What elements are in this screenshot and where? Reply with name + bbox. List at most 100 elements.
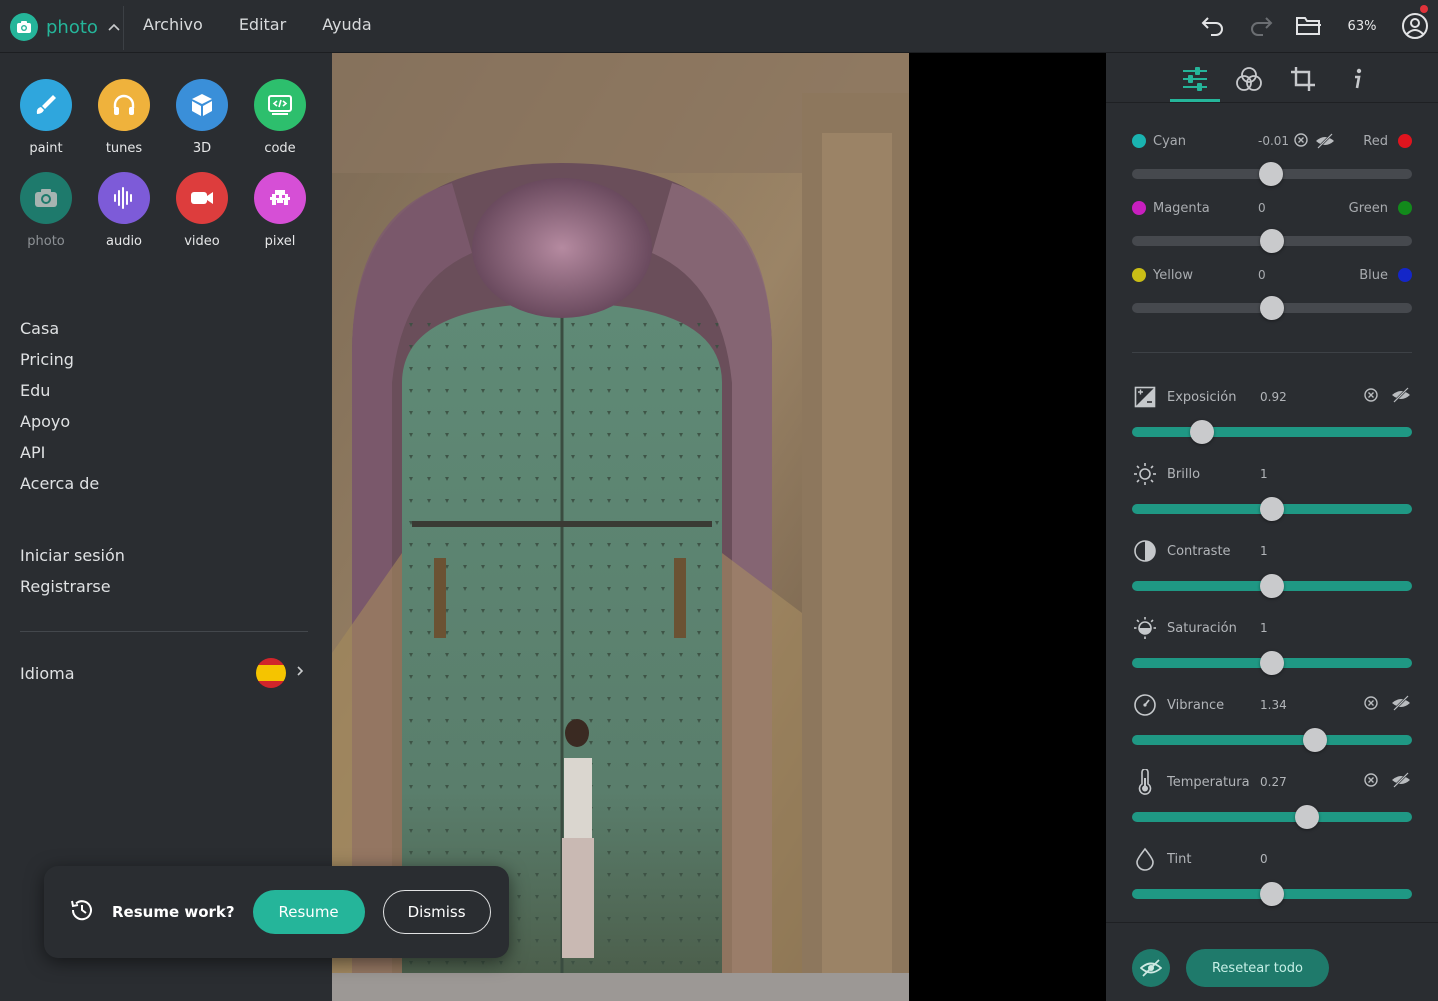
dismiss-button[interactable]: Dismiss	[382, 890, 491, 934]
slider-handle[interactable]	[1260, 882, 1284, 906]
language-selector[interactable]: Idioma	[20, 658, 304, 688]
divider	[20, 631, 308, 632]
adjustment-label: Temperatura	[1167, 774, 1250, 790]
color-dot-icon	[1398, 201, 1412, 215]
invader-icon	[254, 172, 306, 224]
adjustment-slider[interactable]	[1132, 420, 1412, 444]
nav-api[interactable]: API	[20, 443, 99, 462]
zoom-level[interactable]: 63%	[1342, 19, 1382, 34]
adjustment-value: 1	[1260, 467, 1268, 481]
undo-icon[interactable]	[1198, 11, 1228, 41]
adjustment-label: Exposición	[1167, 389, 1237, 405]
spain-flag-icon	[256, 658, 286, 688]
adjustment-value: 0	[1260, 852, 1268, 866]
clear-icon[interactable]	[1364, 773, 1378, 791]
adjustment-brillo: Brillo 1	[1132, 462, 1412, 521]
user-avatar-button[interactable]	[1400, 5, 1430, 41]
slider-handle[interactable]	[1303, 728, 1328, 752]
camera-icon	[10, 13, 38, 41]
color-balance-slider[interactable]	[1132, 162, 1412, 186]
user-icon	[1402, 13, 1428, 39]
app-switcher[interactable]: photo	[10, 12, 120, 42]
color-label-left: Cyan	[1153, 133, 1186, 149]
adjustment-exposición: Exposición 0.92	[1132, 385, 1412, 444]
slider-handle[interactable]	[1260, 651, 1284, 675]
color-label-right: Blue	[1359, 267, 1388, 283]
redo-icon[interactable]	[1246, 11, 1276, 41]
clear-icon[interactable]	[1294, 133, 1308, 151]
slider-handle[interactable]	[1260, 497, 1284, 521]
color-dot-icon	[1132, 268, 1146, 282]
app-label: 3D	[192, 141, 212, 156]
nav-apoyo[interactable]: Apoyo	[20, 412, 99, 431]
nav-casa[interactable]: Casa	[20, 319, 99, 338]
folder-open-icon[interactable]	[1294, 11, 1324, 41]
app-label: video	[184, 234, 220, 249]
reset-all-button[interactable]: Resetear todo	[1186, 949, 1329, 987]
app-video[interactable]: video	[176, 172, 228, 249]
color-label-right: Green	[1348, 200, 1388, 216]
adjustment-label: Brillo	[1167, 466, 1201, 482]
tab-filters[interactable]	[1224, 59, 1274, 99]
slider-handle[interactable]	[1260, 574, 1284, 598]
tab-adjust[interactable]	[1170, 59, 1220, 102]
account-links: Iniciar sesión Registrarse	[20, 546, 125, 596]
slider-handle[interactable]	[1260, 296, 1284, 320]
chevron-right-icon	[296, 665, 304, 681]
app-pixel[interactable]: pixel	[254, 172, 306, 249]
clear-icon[interactable]	[1364, 388, 1378, 406]
adjustment-tint: Tint 0	[1132, 847, 1412, 906]
app-3d[interactable]: 3D	[176, 79, 228, 156]
sign-in-link[interactable]: Iniciar sesión	[20, 546, 125, 565]
image-canvas[interactable]	[332, 53, 1106, 1001]
tab-info[interactable]	[1332, 59, 1382, 99]
eye-off-icon[interactable]	[1390, 772, 1412, 792]
chevron-up-icon	[108, 20, 120, 34]
color-balance-value: 0	[1258, 268, 1266, 282]
eye-off-icon[interactable]	[1314, 133, 1336, 153]
eye-off-icon[interactable]	[1390, 695, 1412, 715]
compare-toggle-button[interactable]	[1132, 949, 1170, 987]
adjustment-slider[interactable]	[1132, 805, 1412, 829]
adjustment-slider[interactable]	[1132, 574, 1412, 598]
color-dot-icon	[1132, 134, 1146, 148]
eye-off-icon	[1140, 959, 1162, 977]
app-photo[interactable]: photo	[20, 172, 72, 249]
app-tunes[interactable]: tunes	[98, 79, 150, 156]
sun-icon	[1132, 462, 1158, 486]
tab-crop[interactable]	[1278, 59, 1328, 99]
eye-off-icon[interactable]	[1390, 387, 1412, 407]
notification-dot	[1420, 5, 1428, 13]
panel-tabs	[1106, 53, 1438, 103]
app-paint[interactable]: paint	[20, 79, 72, 156]
nav-pricing[interactable]: Pricing	[20, 350, 99, 369]
color-balance-slider[interactable]	[1132, 296, 1412, 320]
color-label-left: Yellow	[1153, 267, 1194, 283]
main-menu: Archivo Editar Ayuda	[143, 15, 372, 34]
slider-handle[interactable]	[1295, 805, 1319, 829]
adjustment-value: 1	[1260, 544, 1268, 558]
menu-editar[interactable]: Editar	[239, 15, 286, 34]
app-code[interactable]: code	[254, 79, 306, 156]
resume-work-toast: Resume work? Resume Dismiss	[44, 866, 509, 958]
adjustment-slider[interactable]	[1132, 651, 1412, 675]
app-audio[interactable]: audio	[98, 172, 150, 249]
slider-handle[interactable]	[1190, 420, 1214, 444]
nav-acerca-de[interactable]: Acerca de	[20, 474, 99, 493]
color-balance-slider[interactable]	[1132, 229, 1412, 253]
nav-edu[interactable]: Edu	[20, 381, 99, 400]
sign-up-link[interactable]: Registrarse	[20, 577, 125, 596]
slider-handle[interactable]	[1260, 229, 1284, 253]
nav-links: Casa Pricing Edu Apoyo API Acerca de	[20, 319, 99, 493]
adjustment-slider[interactable]	[1132, 882, 1412, 906]
adjustment-slider[interactable]	[1132, 497, 1412, 521]
slider-handle[interactable]	[1258, 162, 1283, 186]
exposure-icon	[1132, 385, 1158, 409]
menu-ayuda[interactable]: Ayuda	[322, 15, 371, 34]
adjustment-slider[interactable]	[1132, 728, 1412, 752]
menu-archivo[interactable]: Archivo	[143, 15, 203, 34]
resume-button[interactable]: Resume	[252, 890, 365, 934]
clear-icon[interactable]	[1364, 696, 1378, 714]
adjustment-temperatura: Temperatura 0.27	[1132, 769, 1412, 829]
language-label: Idioma	[20, 663, 75, 683]
